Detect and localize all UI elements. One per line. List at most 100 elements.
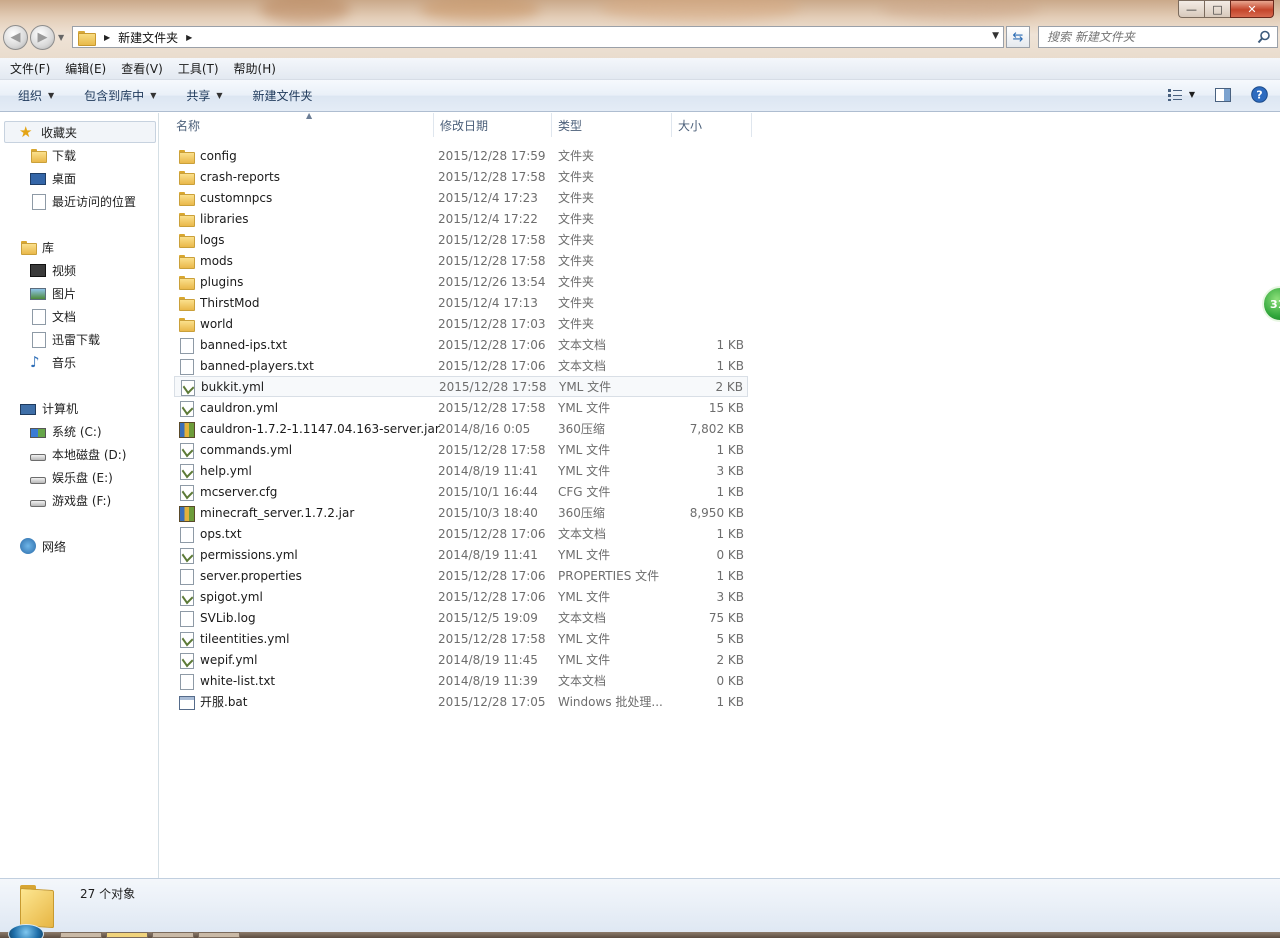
text-file-icon bbox=[178, 526, 194, 543]
column-name[interactable]: 名称 ▲ bbox=[170, 111, 434, 137]
refresh-button[interactable]: ⇆ bbox=[1006, 26, 1030, 48]
nav-item-recent-places[interactable]: 最近访问的位置 bbox=[30, 190, 136, 212]
search-icon[interactable] bbox=[1257, 30, 1271, 44]
file-row[interactable]: ThirstMod 2015/12/4 17:13 文件夹 bbox=[174, 292, 748, 313]
preview-pane-button[interactable] bbox=[1215, 87, 1231, 102]
nav-item-downloads[interactable]: 下载 bbox=[30, 144, 76, 166]
menu-tools[interactable]: 工具(T) bbox=[173, 60, 224, 77]
file-row[interactable]: cauldron.yml 2015/12/28 17:58 YML 文件 15 KB bbox=[174, 397, 748, 418]
file-row[interactable]: tileentities.yml 2015/12/28 17:58 YML 文件 5 … bbox=[174, 628, 748, 649]
column-date[interactable]: 修改日期 bbox=[434, 113, 552, 137]
maximize-button[interactable]: □ bbox=[1204, 0, 1230, 18]
file-type: 文件夹 bbox=[558, 191, 595, 205]
recent-pages-dropdown[interactable]: ▼ bbox=[58, 33, 64, 42]
nav-item-drive-d[interactable]: 本地磁盘 (D:) bbox=[30, 443, 126, 465]
nav-item-drive-c[interactable]: 系统 (C:) bbox=[30, 420, 102, 442]
folder-icon bbox=[78, 30, 96, 46]
file-type: 文件夹 bbox=[558, 254, 595, 268]
nav-computer[interactable]: 计算机 bbox=[20, 397, 78, 419]
file-row[interactable]: minecraft_server.1.7.2.jar 2015/10/3 18:4… bbox=[174, 502, 748, 523]
organize-button[interactable]: 组织 ▼ bbox=[18, 87, 54, 104]
file-row[interactable]: banned-ips.txt 2015/12/28 17:06 文本文档 1 KB bbox=[174, 334, 748, 355]
text-file-icon bbox=[178, 337, 194, 354]
breadcrumb-chevron-icon[interactable]: ▶ bbox=[186, 33, 192, 42]
file-row[interactable]: libraries 2015/12/4 17:22 文件夹 bbox=[174, 208, 748, 229]
nav-item-thunder-downloads[interactable]: 迅雷下载 bbox=[30, 328, 100, 350]
new-folder-button[interactable]: 新建文件夹 bbox=[253, 87, 313, 104]
file-name: ThirstMod bbox=[200, 295, 260, 310]
file-row[interactable]: ops.txt 2015/12/28 17:06 文本文档 1 KB bbox=[174, 523, 748, 544]
file-row[interactable]: SVLib.log 2015/12/5 19:09 文本文档 75 KB bbox=[174, 607, 748, 628]
address-history-dropdown-icon[interactable]: ▼ bbox=[992, 31, 999, 41]
nav-item-videos[interactable]: 视频 bbox=[30, 259, 76, 281]
menu-view[interactable]: 查看(V) bbox=[116, 60, 168, 77]
taskbar-button[interactable] bbox=[60, 932, 102, 938]
include-in-library-button[interactable]: 包含到库中 ▼ bbox=[84, 87, 156, 104]
nav-item-drive-e[interactable]: 娱乐盘 (E:) bbox=[30, 466, 113, 488]
file-row[interactable]: wepif.yml 2014/8/19 11:45 YML 文件 2 KB bbox=[174, 649, 748, 670]
search-input[interactable] bbox=[1047, 30, 1247, 44]
menu-edit[interactable]: 编辑(E) bbox=[60, 60, 111, 77]
help-button[interactable]: ? bbox=[1251, 86, 1268, 103]
nav-item-desktop[interactable]: 桌面 bbox=[30, 167, 76, 189]
file-row[interactable]: mcserver.cfg 2015/10/1 16:44 CFG 文件 1 KB bbox=[174, 481, 748, 502]
file-name: plugins bbox=[200, 274, 244, 289]
file-row[interactable]: customnpcs 2015/12/4 17:23 文件夹 bbox=[174, 187, 748, 208]
nav-item-music[interactable]: ♪ 音乐 bbox=[30, 351, 76, 373]
dropdown-arrow-icon[interactable]: ▼ bbox=[1189, 90, 1195, 99]
file-size: 2 KB bbox=[716, 652, 744, 667]
search-box[interactable] bbox=[1038, 26, 1278, 48]
column-size[interactable]: 大小 bbox=[672, 113, 752, 137]
file-type: CFG 文件 bbox=[558, 485, 611, 499]
file-row[interactable]: permissions.yml 2014/8/19 11:41 YML 文件 0 KB bbox=[174, 544, 748, 565]
file-row[interactable]: mods 2015/12/28 17:58 文件夹 bbox=[174, 250, 748, 271]
file-row[interactable]: spigot.yml 2015/12/28 17:06 YML 文件 3 KB bbox=[174, 586, 748, 607]
file-row[interactable]: bukkit.yml 2015/12/28 17:58 YML 文件 2 KB bbox=[174, 376, 748, 397]
file-date: 2015/10/1 16:44 bbox=[438, 484, 538, 499]
file-type: PROPERTIES 文件 bbox=[558, 569, 660, 583]
back-button[interactable]: ◀ bbox=[3, 25, 28, 50]
start-button[interactable] bbox=[8, 924, 44, 938]
file-row[interactable]: help.yml 2014/8/19 11:41 YML 文件 3 KB bbox=[174, 460, 748, 481]
file-row[interactable]: crash-reports 2015/12/28 17:58 文件夹 bbox=[174, 166, 748, 187]
change-view-button[interactable]: ▼ bbox=[1167, 88, 1195, 102]
file-size: 3 KB bbox=[716, 589, 744, 604]
file-row[interactable]: banned-players.txt 2015/12/28 17:06 文本文档 1 … bbox=[174, 355, 748, 376]
file-row[interactable]: config 2015/12/28 17:59 文件夹 bbox=[174, 145, 748, 166]
nav-favorites[interactable]: ★ 收藏夹 bbox=[4, 121, 156, 143]
file-row[interactable]: 开服.bat 2015/12/28 17:05 Windows 批处理... 1 KB bbox=[174, 691, 748, 712]
file-row[interactable]: white-list.txt 2014/8/19 11:39 文本文档 0 KB bbox=[174, 670, 748, 691]
file-row[interactable]: server.properties 2015/12/28 17:06 PROPERT… bbox=[174, 565, 748, 586]
file-type: 文本文档 bbox=[558, 611, 607, 625]
file-row[interactable]: commands.yml 2015/12/28 17:58 YML 文件 1 KB bbox=[174, 439, 748, 460]
nav-item-label: 视频 bbox=[52, 263, 77, 278]
yml-file-icon bbox=[178, 631, 194, 648]
breadcrumb-current-folder[interactable]: 新建文件夹 bbox=[118, 29, 178, 46]
preview-pane-icon bbox=[1215, 87, 1231, 102]
file-row[interactable]: cauldron-1.7.2-1.1147.04.163-server.jar 2… bbox=[174, 418, 748, 439]
column-type[interactable]: 类型 bbox=[552, 113, 672, 137]
breadcrumb-chevron-icon[interactable]: ▶ bbox=[104, 33, 110, 42]
taskbar-button-explorer[interactable] bbox=[106, 932, 148, 938]
taskbar-button[interactable] bbox=[152, 932, 194, 938]
taskbar-button[interactable] bbox=[198, 932, 240, 938]
share-button[interactable]: 共享 ▼ bbox=[186, 87, 222, 104]
nav-item-drive-f[interactable]: 游戏盘 (F:) bbox=[30, 489, 111, 511]
menu-file[interactable]: 文件(F) bbox=[5, 60, 55, 77]
nav-network[interactable]: 网络 bbox=[20, 535, 66, 557]
address-bar[interactable]: ▶ 新建文件夹 ▶ ▼ bbox=[72, 26, 1004, 48]
nav-item-label: 音乐 bbox=[52, 355, 77, 370]
nav-libraries[interactable]: 库 bbox=[20, 236, 54, 258]
system-drive-icon bbox=[30, 428, 46, 438]
file-row[interactable]: world 2015/12/28 17:03 文件夹 bbox=[174, 313, 748, 334]
text-file-icon bbox=[178, 358, 194, 375]
file-row[interactable]: logs 2015/12/28 17:58 文件夹 bbox=[174, 229, 748, 250]
close-button[interactable]: ✕ bbox=[1230, 0, 1274, 18]
file-row[interactable]: plugins 2015/12/26 13:54 文件夹 bbox=[174, 271, 748, 292]
forward-button[interactable]: ▶ bbox=[30, 25, 55, 50]
nav-item-documents[interactable]: 文档 bbox=[30, 305, 76, 327]
menu-help[interactable]: 帮助(H) bbox=[229, 60, 281, 77]
minimize-button[interactable]: — bbox=[1178, 0, 1204, 18]
nav-item-pictures[interactable]: 图片 bbox=[30, 282, 76, 304]
file-date: 2015/12/28 17:58 bbox=[438, 232, 546, 247]
